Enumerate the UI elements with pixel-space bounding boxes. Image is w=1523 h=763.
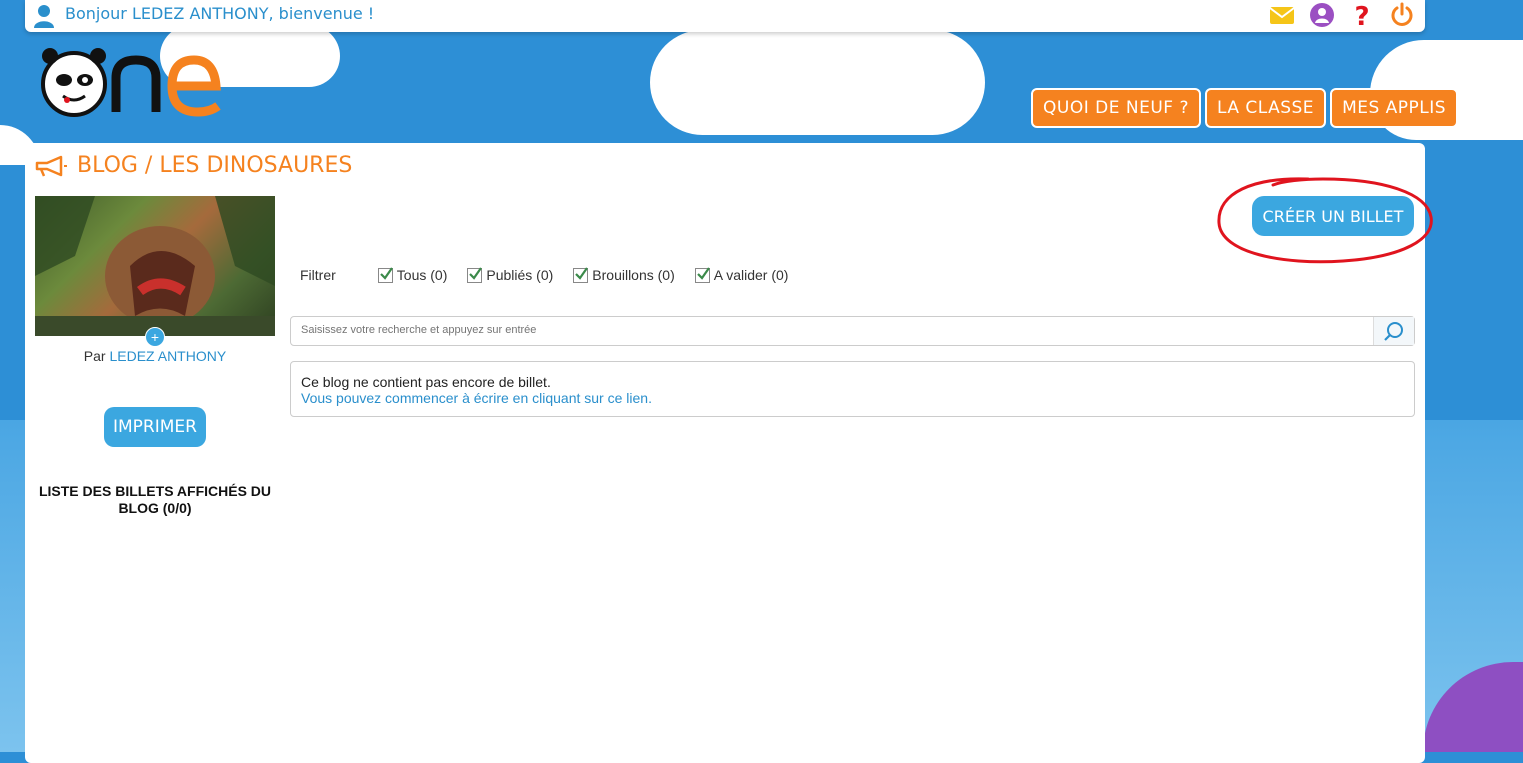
search-button[interactable] [1373,317,1414,345]
page-title-text: BLOG / LES DINOSAURES [77,153,353,178]
nav-quoi-de-neuf[interactable]: QUOI DE NEUF ? [1031,88,1201,128]
checkbox-checked[interactable] [377,266,393,283]
greeting-text: Bonjour LEDEZ ANTHONY, bienvenue ! [65,4,375,23]
filter-published-label: Publiés (0) [486,267,554,283]
checkbox-checked[interactable] [573,266,589,283]
author-link[interactable]: LEDEZ ANTHONY [109,348,226,364]
profile-icon[interactable] [1309,2,1335,28]
one-logo[interactable] [38,48,228,118]
blog-cover-image [35,196,275,336]
empty-blog-message: Ce blog ne contient pas encore de billet… [290,361,1415,417]
blog-author: Par LEDEZ ANTHONY [35,348,275,364]
megaphone-icon [35,155,67,176]
search-box [290,316,1415,346]
top-bar: Bonjour LEDEZ ANTHONY, bienvenue ! ? [25,0,1425,32]
add-cover-button[interactable]: + [145,327,165,347]
checkbox-checked[interactable] [694,266,710,283]
post-list-title: LISTE DES BILLETS AFFICHÉS DU BLOG (0/0) [38,483,272,516]
filter-all[interactable]: Tous (0) [377,266,448,283]
filters-bar: Filtrer Tous (0) Publiés (0) Brouillons … [300,266,808,283]
search-input[interactable] [291,317,1381,343]
cloud [650,30,985,135]
author-prefix: Par [83,348,106,364]
power-icon[interactable] [1389,2,1415,28]
nav-mes-applis[interactable]: MES APPLIS [1330,88,1459,128]
filter-drafts-label: Brouillons (0) [592,267,675,283]
search-icon [1384,322,1403,341]
filter-all-label: Tous (0) [396,267,448,283]
svg-text:?: ? [1354,2,1369,28]
user-icon [34,5,54,28]
empty-text: Ce blog ne contient pas encore de billet… [301,374,551,390]
main-nav: QUOI DE NEUF ? LA CLASSE MES APPLIS [1031,88,1459,128]
blog-panel: BLOG / LES DINOSAURES + Par LEDEZ ANTHON… [25,143,1433,763]
filter-to-validate-label: A valider (0) [713,267,789,283]
print-button[interactable]: IMPRIMER [104,407,206,447]
filter-published[interactable]: Publiés (0) [467,266,554,283]
nav-la-classe[interactable]: LA CLASSE [1204,88,1327,128]
mail-icon[interactable] [1269,2,1295,28]
checkbox-checked[interactable] [467,266,483,283]
page-title: BLOG / LES DINOSAURES [35,153,352,178]
filter-to-validate[interactable]: A valider (0) [694,266,789,283]
dinosaur-image [35,196,275,336]
top-icons: ? [1269,2,1415,32]
annotation-circle [1217,177,1433,264]
start-writing-link[interactable]: Vous pouvez commencer à écrire en cliqua… [301,390,652,406]
filter-label: Filtrer [300,267,336,283]
help-icon[interactable]: ? [1349,2,1375,32]
filter-drafts[interactable]: Brouillons (0) [573,266,675,283]
